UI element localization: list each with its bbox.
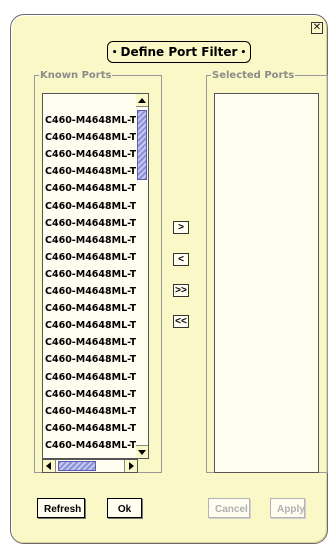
known-ports-vertical-scrollbar[interactable] <box>136 93 149 459</box>
known-port-item[interactable]: C460-M4648ML-T <box>45 166 136 178</box>
known-port-item[interactable]: C460-M4648ML-T <box>45 354 136 366</box>
close-icon[interactable]: ✕ <box>311 22 323 34</box>
up-arrow-icon <box>138 98 146 103</box>
refresh-button[interactable]: Refresh <box>37 498 85 518</box>
scroll-up-button[interactable] <box>136 94 148 107</box>
known-port-item[interactable]: C460-M4648ML-T <box>45 337 136 349</box>
known-port-item[interactable]: C460-M4648ML-T <box>45 406 136 418</box>
known-ports-horizontal-scrollbar[interactable] <box>42 459 138 473</box>
remove-port-button[interactable]: < <box>173 253 189 266</box>
scroll-left-button[interactable] <box>43 460 56 472</box>
remove-all-ports-button[interactable]: << <box>173 315 189 328</box>
left-arrow-icon <box>46 462 51 470</box>
selected-ports-label: Selected Ports <box>211 70 296 82</box>
horizontal-scroll-thumb[interactable] <box>58 461 96 471</box>
known-port-item[interactable]: C460-M4648ML-T <box>45 440 136 452</box>
known-port-item[interactable]: C460-M4648ML-T <box>45 149 136 161</box>
known-port-item[interactable]: C460-M4648ML-T <box>45 115 136 127</box>
add-port-button[interactable]: > <box>173 221 189 234</box>
scroll-right-button[interactable] <box>124 460 137 472</box>
known-port-item[interactable]: C460-M4648ML-T <box>45 320 136 332</box>
known-port-item[interactable]: C460-M4648ML-T <box>45 269 136 281</box>
known-ports-list[interactable]: C460-M4648ML-T C460-M4648ML-T C460-M4648ML… <box>42 93 138 459</box>
apply-button[interactable]: Apply <box>270 498 305 518</box>
selected-ports-list[interactable] <box>214 93 319 473</box>
dialog-title-text: Define Port Filter <box>120 45 238 59</box>
known-port-item[interactable]: C460-M4648ML-T <box>45 218 136 230</box>
known-port-item[interactable]: C460-M4648ML-T <box>45 389 136 401</box>
known-port-item[interactable]: C460-M4648ML-T <box>45 235 136 247</box>
known-port-item[interactable]: C460-M4648ML-T <box>45 183 136 195</box>
known-ports-label: Known Ports <box>39 70 113 82</box>
cancel-button[interactable]: Cancel <box>208 498 250 518</box>
ok-button[interactable]: Ok <box>107 498 142 518</box>
add-all-ports-button[interactable]: >> <box>173 284 189 297</box>
known-port-item[interactable]: C460-M4648ML-T <box>45 286 136 298</box>
known-port-item[interactable]: C460-M4648ML-T <box>45 303 136 315</box>
down-arrow-icon <box>138 450 146 455</box>
dialog-title: • Define Port Filter • <box>107 41 251 63</box>
known-port-item[interactable]: C460-M4648ML-T <box>45 423 136 435</box>
known-port-item[interactable]: C460-M4648ML-T <box>45 372 136 384</box>
known-port-item[interactable]: C460-M4648ML-T <box>45 132 136 144</box>
known-port-item[interactable]: C460-M4648ML-T <box>45 201 136 213</box>
known-port-item[interactable]: C460-M4648ML-T <box>45 252 136 264</box>
title-bullet-right: • <box>240 48 247 58</box>
title-bullet-left: • <box>111 48 118 58</box>
vertical-scroll-thumb[interactable] <box>137 110 147 180</box>
scroll-down-button[interactable] <box>136 445 148 458</box>
right-arrow-icon <box>129 462 134 470</box>
